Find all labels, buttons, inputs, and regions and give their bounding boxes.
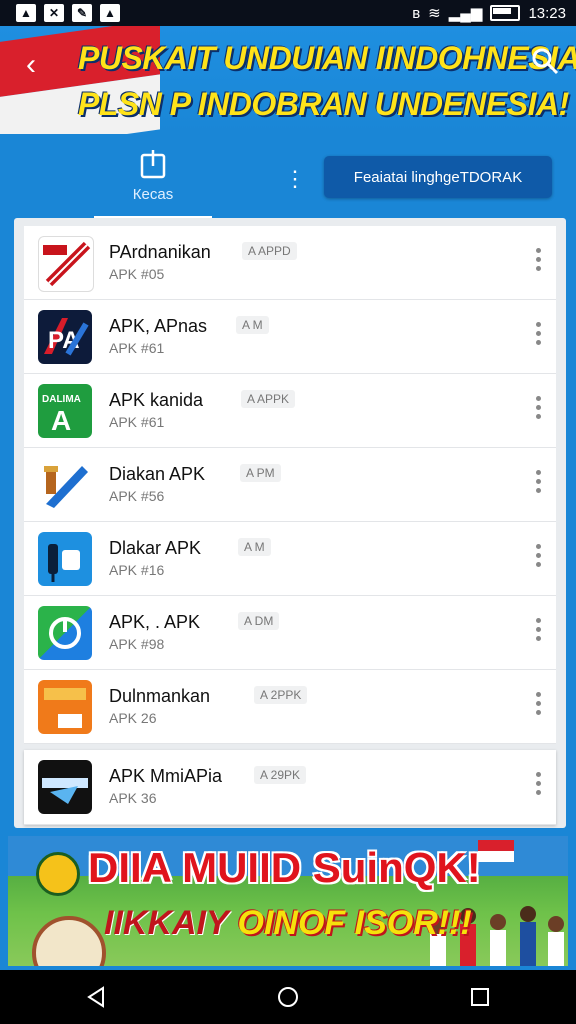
back-nav-icon[interactable] bbox=[76, 977, 116, 1017]
promo-banner[interactable]: DIIA MUIID SuinQK! IIKKAIY OINOF ISOR!!! bbox=[8, 836, 568, 966]
banner-headline: DIIA MUIID SuinQK! bbox=[88, 844, 481, 891]
coin-icon bbox=[36, 852, 80, 896]
app-subtitle: APK #61 bbox=[109, 340, 165, 356]
app-name: APK MmiAPia bbox=[109, 766, 223, 786]
clock: 13:23 bbox=[528, 4, 566, 22]
tab-bar: Кecas ⋮ Feaiatai linghgeTDORAK bbox=[0, 140, 576, 219]
torch-ribbon-icon bbox=[38, 458, 92, 512]
app-header: ‹ PUSKAIT UNDUIAN IINDOHNESIA PLSN P IND… bbox=[0, 26, 576, 134]
bluetooth-icon: ʙ bbox=[412, 4, 421, 22]
app-tag: A APPD bbox=[242, 242, 297, 260]
banner-subline: IIKKAIY OINOF ISOR!!! bbox=[104, 904, 472, 942]
list-item[interactable]: APK MmiAPia A 29PK APK 36 bbox=[24, 750, 556, 825]
app-tag: A M bbox=[236, 316, 269, 334]
svg-text:A: A bbox=[51, 405, 71, 436]
app-name: Dulnmankan bbox=[109, 686, 211, 706]
list-item[interactable]: PArdnanikan A APPD APK #05 bbox=[24, 226, 556, 300]
app-name: APK, APnas bbox=[109, 316, 208, 336]
app-subtitle: APK 36 bbox=[109, 790, 157, 806]
more-options-icon[interactable] bbox=[536, 396, 542, 419]
app-name: Diakan APK bbox=[109, 464, 206, 484]
list-item[interactable]: DALIMA A APK kanida A APPK APK #61 bbox=[24, 374, 556, 448]
header-title-line2: PLSN P INDOBRAN UNDENESIA! bbox=[78, 86, 569, 122]
more-options-icon[interactable] bbox=[536, 322, 542, 345]
dark-bird-icon bbox=[38, 760, 92, 814]
search-icon[interactable] bbox=[530, 46, 560, 76]
feature-button[interactable]: Feaiatai linghgeTDORAK bbox=[324, 156, 552, 198]
more-options-icon[interactable] bbox=[536, 544, 542, 567]
app-subtitle: APK #61 bbox=[109, 414, 165, 430]
app-name: Dlakar APK bbox=[109, 538, 202, 558]
orange-box-icon bbox=[38, 680, 92, 734]
app-icon: ✎ bbox=[72, 4, 92, 22]
tab-recent[interactable]: Кecas bbox=[94, 150, 212, 219]
signal-icon: ▂▄▆ bbox=[448, 5, 483, 22]
list-item[interactable]: Dlakar APK A M APK #16 bbox=[24, 522, 556, 596]
list-item[interactable]: Dulnmankan A 2PPK APK 26 bbox=[24, 670, 556, 744]
status-bar: ▲ ✕ ✎ ▲ ʙ ≋ ▂▄▆ 13:23 bbox=[0, 0, 576, 26]
app-subtitle: APK #98 bbox=[109, 636, 165, 652]
app-tag: A 2PPK bbox=[254, 686, 308, 704]
more-options-icon[interactable] bbox=[536, 470, 542, 493]
app-tag: A M bbox=[238, 538, 271, 556]
list-item[interactable]: PA APK, APnas A M APK #61 bbox=[24, 300, 556, 374]
badge-icon bbox=[32, 916, 106, 966]
app-tag: A PM bbox=[240, 464, 281, 482]
game-icon: ✕ bbox=[44, 4, 64, 22]
more-options-icon[interactable] bbox=[536, 618, 542, 641]
app-list: PArdnanikan A APPD APK #05 PA APK, APnas… bbox=[24, 226, 556, 825]
red-pen-icon bbox=[38, 236, 94, 292]
app-subtitle: APK #16 bbox=[109, 562, 165, 578]
download-box-icon bbox=[140, 150, 166, 179]
app-name: PArdnanikan bbox=[109, 242, 211, 262]
pa-logo-icon: PA bbox=[38, 310, 92, 364]
gallery-icon: ▲ bbox=[16, 4, 36, 22]
recents-nav-icon[interactable] bbox=[460, 977, 500, 1017]
power-circle-icon bbox=[38, 606, 92, 660]
app-tag: A DM bbox=[238, 612, 280, 630]
app-subtitle: APK #05 bbox=[109, 266, 165, 282]
app-subtitle: APK #56 bbox=[109, 488, 165, 504]
mountain-icon: ▲ bbox=[100, 4, 120, 22]
back-button[interactable]: ‹ bbox=[26, 48, 36, 82]
app-list-panel: PArdnanikan A APPD APK #05 PA APK, APnas… bbox=[14, 218, 566, 828]
list-item[interactable]: Diakan APK A PM APK #56 bbox=[24, 448, 556, 522]
usb-device-icon bbox=[38, 532, 92, 586]
app-name: APK, . APK bbox=[109, 612, 201, 632]
system-nav-bar bbox=[0, 970, 576, 1024]
list-item[interactable]: APK, . APK A DM APK #98 bbox=[24, 596, 556, 670]
header-title-line1: PUSKAIT UNDUIAN IINDOHNESIA bbox=[78, 40, 576, 76]
app-subtitle: APK 26 bbox=[109, 710, 157, 726]
more-options-icon[interactable]: ⋮ bbox=[284, 166, 306, 192]
more-options-icon[interactable] bbox=[536, 692, 542, 715]
battery-icon bbox=[490, 5, 521, 21]
wifi-icon: ≋ bbox=[428, 5, 441, 22]
app-tag: A 29PK bbox=[254, 766, 307, 784]
more-options-icon[interactable] bbox=[536, 248, 542, 271]
svg-text:DALIMA: DALIMA bbox=[42, 394, 81, 405]
app-tag: A APPK bbox=[241, 390, 296, 408]
home-nav-icon[interactable] bbox=[268, 977, 308, 1017]
app-name: APK kanida bbox=[109, 390, 204, 410]
dalima-a-icon: DALIMA A bbox=[38, 384, 92, 438]
more-options-icon[interactable] bbox=[536, 772, 542, 795]
small-flag-icon bbox=[478, 840, 514, 862]
tab-recent-label: Кecas bbox=[132, 186, 174, 203]
